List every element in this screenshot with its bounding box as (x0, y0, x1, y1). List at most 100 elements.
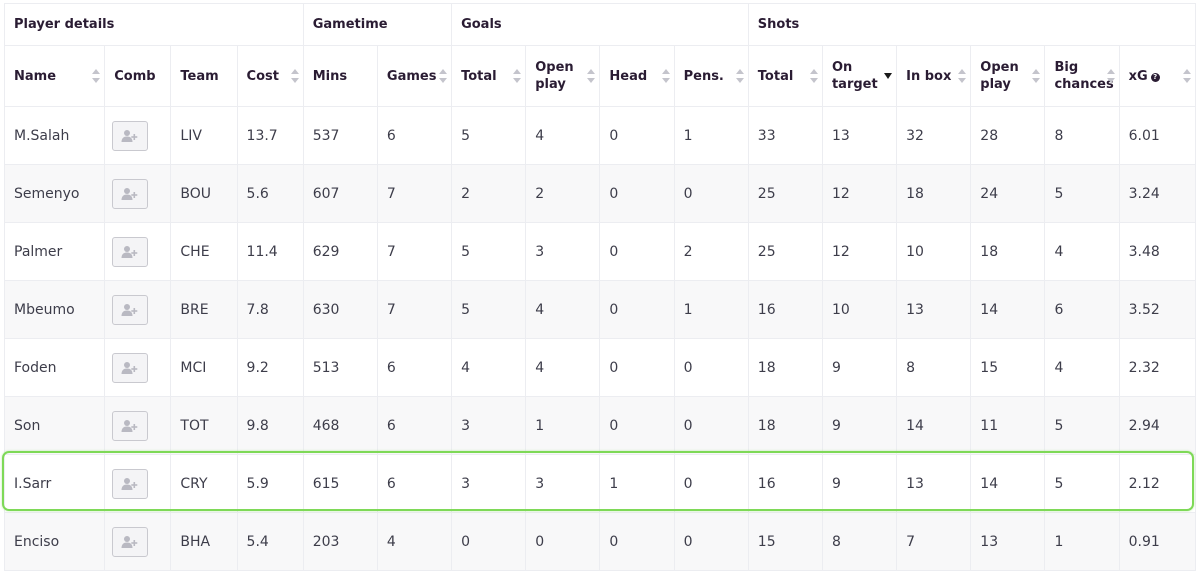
table-row[interactable]: M.Salah LIV 13.7 537 6 5 4 0 1 33 13 32 28 8 6.01 (3, 106, 1197, 165)
player-name-cell[interactable]: I.Sarr (3, 454, 106, 513)
goals-open-play-cell: 2 (525, 164, 601, 223)
goals-open-play-cell: 4 (525, 280, 601, 339)
col-header-pens[interactable]: Pens. (673, 45, 749, 107)
add-to-comb-button[interactable] (112, 120, 149, 151)
shots-open-play-cell: 11 (970, 396, 1046, 455)
head-cell: 0 (599, 396, 675, 455)
cost-cell: 11.4 (236, 222, 304, 281)
player-name-cell[interactable]: Semenyo (3, 164, 106, 223)
col-header-cost[interactable]: Cost (236, 45, 304, 107)
team-cell: BOU (170, 164, 238, 223)
team-cell: MCI (170, 338, 238, 397)
sort-arrows-icon[interactable] (1106, 69, 1115, 83)
big-chances-cell: 5 (1044, 164, 1120, 223)
table-row[interactable]: Son TOT 9.8 468 6 3 1 0 0 18 9 14 11 5 2.94 (3, 396, 1197, 455)
table-row[interactable]: Mbeumo BRE 7.8 630 7 5 4 0 1 16 10 13 14 6 3.52 (3, 280, 1197, 339)
comb-cell (104, 106, 172, 165)
col-label: Head (609, 68, 648, 84)
games-cell: 7 (376, 164, 453, 223)
col-header-on-target[interactable]: On target (821, 45, 898, 107)
goals-open-play-cell: 1 (525, 396, 601, 455)
in-box-cell: 14 (896, 396, 972, 455)
goals-total-cell: 5 (451, 106, 527, 165)
goals-total-cell: 0 (451, 512, 527, 571)
col-header-xg[interactable]: xG? (1118, 45, 1197, 107)
player-name-cell[interactable]: Son (3, 396, 106, 455)
table-row[interactable]: Palmer CHE 11.4 629 7 5 3 0 2 25 12 10 18 4 3.48 (3, 222, 1197, 281)
sort-arrows-icon[interactable] (735, 69, 744, 83)
player-name-cell[interactable]: Palmer (3, 222, 106, 281)
cost-cell: 5.6 (236, 164, 304, 223)
on-target-cell: 10 (821, 280, 898, 339)
col-header-shots-open-play[interactable]: Open play (970, 45, 1046, 107)
mins-cell: 630 (302, 280, 378, 339)
games-cell: 6 (376, 106, 453, 165)
cost-cell: 7.8 (236, 280, 304, 339)
player-name-cell[interactable]: M.Salah (3, 106, 106, 165)
pens-cell: 0 (673, 164, 749, 223)
add-user-icon (121, 477, 138, 490)
col-label: Pens. (683, 68, 724, 84)
table-row[interactable]: Enciso BHA 5.4 203 4 0 0 0 0 15 8 7 13 1 0.91 (3, 512, 1197, 571)
big-chances-cell: 4 (1044, 222, 1120, 281)
sort-arrows-icon[interactable] (1183, 69, 1191, 83)
goals-total-cell: 3 (451, 396, 527, 455)
table-row[interactable]: I.Sarr CRY 5.9 615 6 3 3 1 0 16 9 13 14 5 2.12 (3, 454, 1197, 513)
sort-arrows-icon[interactable] (92, 69, 101, 83)
goals-open-play-cell: 0 (525, 512, 601, 571)
player-name-cell[interactable]: Enciso (3, 512, 106, 571)
sort-arrows-icon[interactable] (958, 69, 967, 83)
add-to-comb-button[interactable] (112, 178, 149, 209)
in-box-cell: 13 (896, 280, 972, 339)
sort-arrows-icon[interactable] (661, 69, 670, 83)
add-to-comb-button[interactable] (112, 352, 149, 383)
col-header-goals-total[interactable]: Total (451, 45, 527, 107)
big-chances-cell: 6 (1044, 280, 1120, 339)
sort-arrows-icon[interactable] (290, 69, 299, 83)
table-row[interactable]: Foden MCI 9.2 513 6 4 4 0 0 18 9 8 15 4 2.32 (3, 338, 1197, 397)
col-header-name[interactable]: Name (3, 45, 106, 107)
col-header-games[interactable]: Games (376, 45, 453, 107)
xg-cell: 3.52 (1118, 280, 1197, 339)
question-circle-icon[interactable]: ? (1150, 72, 1160, 82)
pens-cell: 0 (673, 396, 749, 455)
col-header-head[interactable]: Head (599, 45, 675, 107)
comb-cell (104, 280, 172, 339)
head-cell: 0 (599, 280, 675, 339)
col-label: Comb (114, 68, 156, 84)
col-header-in-box[interactable]: In box (896, 45, 972, 107)
sort-arrows-icon[interactable] (439, 69, 448, 83)
add-user-icon (121, 419, 138, 432)
comb-cell (104, 512, 172, 571)
mins-cell: 513 (302, 338, 378, 397)
goals-total-cell: 5 (451, 222, 527, 281)
games-cell: 7 (376, 280, 453, 339)
col-header-mins: Mins (302, 45, 378, 107)
col-header-goals-open-play[interactable]: Open play (525, 45, 601, 107)
add-to-comb-button[interactable] (112, 468, 149, 499)
head-cell: 0 (599, 338, 675, 397)
add-to-comb-button[interactable] (112, 236, 149, 267)
col-label: On target (831, 60, 878, 92)
table-row[interactable]: Semenyo BOU 5.6 607 7 2 2 0 0 25 12 18 24 5 3.24 (3, 164, 1197, 223)
shots-open-play-cell: 28 (970, 106, 1046, 165)
add-to-comb-button[interactable] (112, 410, 149, 441)
comb-cell (104, 222, 172, 281)
goals-total-cell: 5 (451, 280, 527, 339)
sort-arrows-icon[interactable] (513, 69, 522, 83)
col-header-big-chances[interactable]: Big chances (1044, 45, 1120, 107)
player-name-cell[interactable]: Foden (3, 338, 106, 397)
comb-cell (104, 164, 172, 223)
player-name-cell[interactable]: Mbeumo (3, 280, 106, 339)
sort-desc-icon[interactable] (884, 69, 893, 83)
sort-arrows-icon[interactable] (809, 69, 818, 83)
sort-arrows-icon[interactable] (1032, 69, 1041, 83)
col-header-shots-total[interactable]: Total (747, 45, 823, 107)
add-to-comb-button[interactable] (112, 294, 149, 325)
shots-total-cell: 18 (747, 396, 823, 455)
add-to-comb-button[interactable] (112, 526, 149, 557)
team-cell: CRY (170, 454, 238, 513)
col-label: Games (386, 68, 437, 84)
shots-total-cell: 25 (747, 222, 823, 281)
sort-arrows-icon[interactable] (587, 69, 596, 83)
